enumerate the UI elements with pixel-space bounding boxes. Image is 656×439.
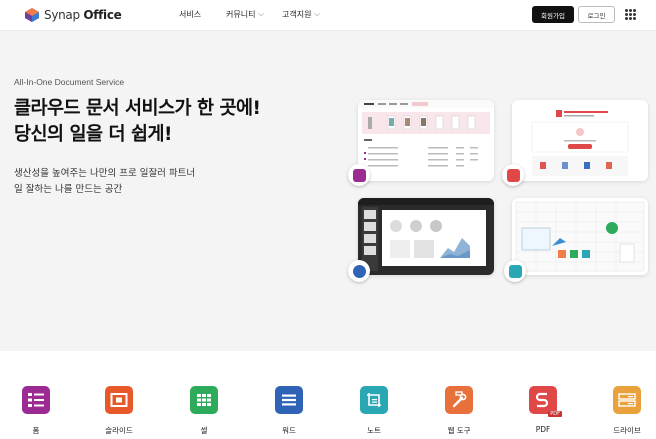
cell-icon xyxy=(190,386,218,414)
app-pdf-label: PDF xyxy=(535,425,551,434)
note-badge-icon xyxy=(504,260,526,282)
preview-card-sheet xyxy=(512,198,648,275)
nav-community[interactable]: 커뮤니티 ⌵ xyxy=(226,9,264,20)
nav-services-label: 서비스 xyxy=(179,10,202,19)
app-note-label: 노트 xyxy=(367,426,381,435)
sheet-preview-image xyxy=(515,201,645,272)
note-icon xyxy=(360,386,388,414)
app-word[interactable]: 워드 xyxy=(259,386,319,436)
slide-badge-icon xyxy=(502,164,524,186)
hero-eyebrow: All-In-One Document Service xyxy=(14,77,125,87)
app-grid-icon[interactable] xyxy=(625,9,636,20)
nav-support-label: 고객지원 xyxy=(282,10,312,19)
viewer-preview-image xyxy=(358,198,494,271)
hero-subtitle: 생산성을 높여주는 나만의 프로 일잘러 파트너 일 잘하는 나를 만드는 공간 xyxy=(14,166,195,198)
form-icon xyxy=(22,386,50,414)
pdf-icon: PDF xyxy=(529,386,562,417)
signup-button[interactable]: 회원가입 xyxy=(532,6,574,23)
app-note[interactable]: 노트 xyxy=(344,386,404,436)
hero-headline-line2: 당신의 일을 더 쉽게! xyxy=(14,124,172,145)
viewer-badge-icon xyxy=(348,260,370,282)
app-webtool-label: 웹 도구 xyxy=(447,426,471,435)
chevron-down-icon: ⌵ xyxy=(314,10,320,18)
login-button[interactable]: 로그인 xyxy=(578,6,615,23)
logo-text-synap: Synap xyxy=(44,8,80,22)
nav-support[interactable]: 고객지원 ⌵ xyxy=(282,9,320,20)
app-cell-label: 셀 xyxy=(200,426,208,435)
form-badge-icon xyxy=(348,164,370,186)
preview-card-pdf xyxy=(512,100,648,181)
app-slide[interactable]: 슬라이드 xyxy=(89,386,149,436)
app-word-label: 워드 xyxy=(282,426,296,435)
app-drive-label: 드라이브 xyxy=(613,426,641,435)
pdf-preview-image xyxy=(531,110,629,176)
slide-icon xyxy=(105,386,133,414)
nav-services[interactable]: 서비스 xyxy=(179,9,201,20)
synap-office-logo[interactable]: Synap Office xyxy=(24,7,122,23)
nav-community-label: 커뮤니티 xyxy=(226,10,256,19)
hero-subtitle-line1: 생산성을 높여주는 나만의 프로 일잘러 파트너 xyxy=(14,168,196,179)
preview-card-drive xyxy=(358,100,494,181)
hero-headline-line1: 클라우드 문서 서비스가 한 곳에! xyxy=(14,98,261,119)
hero-headline: 클라우드 문서 서비스가 한 곳에! 당신의 일을 더 쉽게! xyxy=(14,96,261,148)
app-pdf[interactable]: PDF PDF xyxy=(513,386,573,434)
synap-logo-icon xyxy=(25,8,39,22)
app-slide-label: 슬라이드 xyxy=(105,426,133,435)
word-icon xyxy=(275,386,303,414)
logo-text-office: Office xyxy=(83,8,122,22)
apps-row: 폼 슬라이드 셀 워드 노트 웹 도구 PDF PDF 드라이브 xyxy=(0,351,656,439)
webtool-icon xyxy=(445,386,473,414)
hero-subtitle-line2: 일 잘하는 나를 만드는 공간 xyxy=(14,184,123,195)
drive-preview-image xyxy=(358,100,494,167)
app-cell[interactable]: 셀 xyxy=(174,386,234,436)
app-form[interactable]: 폼 xyxy=(6,386,66,436)
app-webtool[interactable]: 웹 도구 xyxy=(429,386,489,436)
drive-icon xyxy=(613,386,641,414)
top-header: Synap Office 서비스 커뮤니티 ⌵ 고객지원 ⌵ 회원가입 로그인 xyxy=(0,0,656,31)
preview-card-viewer xyxy=(358,198,494,275)
chevron-down-icon: ⌵ xyxy=(258,10,264,18)
app-drive[interactable]: 드라이브 xyxy=(597,386,656,436)
app-form-label: 폼 xyxy=(32,426,40,435)
